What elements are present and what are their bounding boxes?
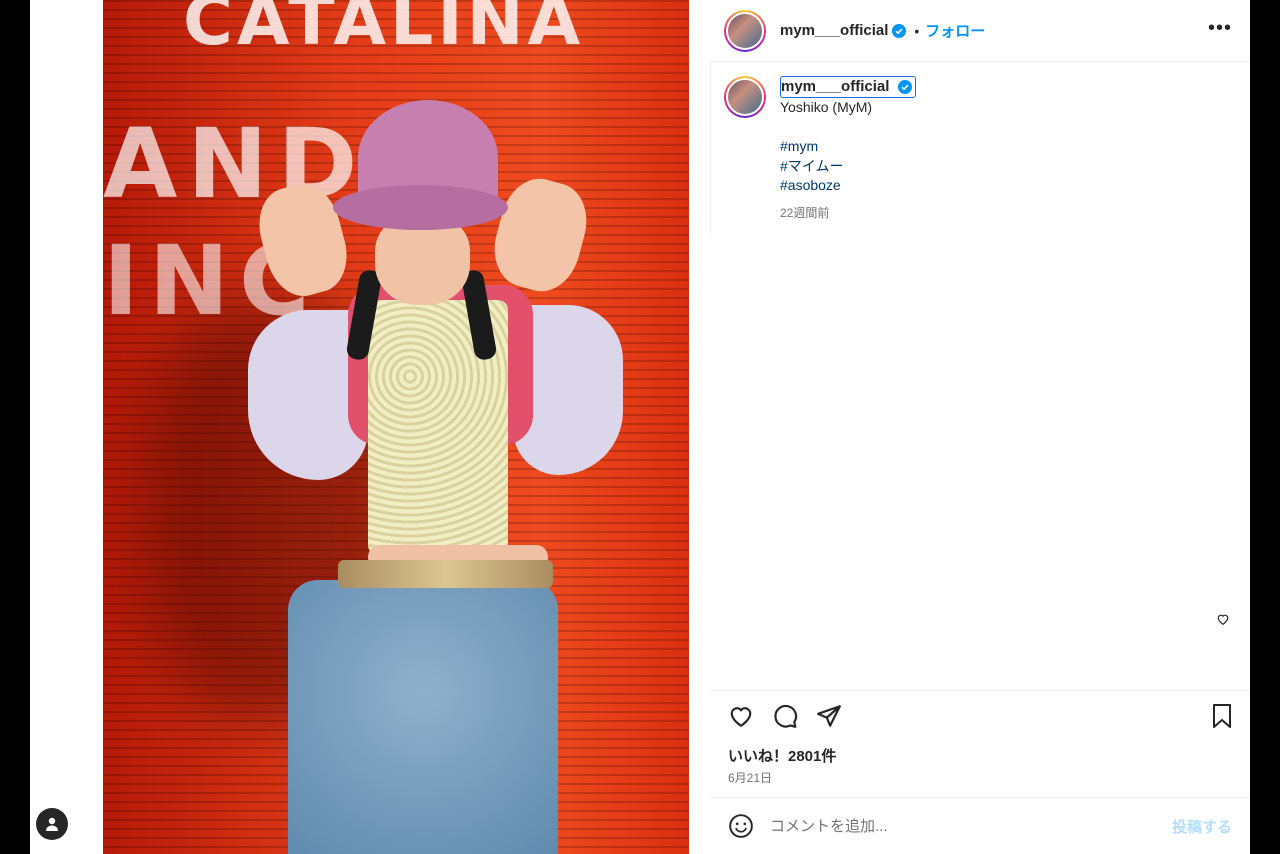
- post-comment-button[interactable]: 投稿する: [1172, 816, 1232, 837]
- verified-badge-icon: [897, 80, 912, 95]
- caption-text: mym___official Yoshiko (MyM) #mym #マイムー …: [780, 76, 916, 223]
- figure-hand-right: [485, 170, 596, 300]
- likes-count[interactable]: いいね！2801件: [728, 745, 836, 766]
- post-image[interactable]: CATALINA AND P INC: [103, 0, 689, 854]
- more-options-icon[interactable]: •••: [1208, 18, 1232, 38]
- action-icon-row: [728, 703, 842, 729]
- paper-plane-icon: [817, 705, 841, 727]
- caption-time-ago[interactable]: 22週間前: [780, 204, 916, 224]
- follow-button[interactable]: フォロー: [925, 20, 985, 41]
- caption-like-heart-icon[interactable]: [1216, 612, 1230, 626]
- caption-username[interactable]: mym___official: [780, 76, 916, 98]
- caption: mym___official Yoshiko (MyM) #mym #マイムー …: [724, 76, 916, 223]
- comment-input[interactable]: [770, 817, 1150, 835]
- hashtag-link-mym[interactable]: #mym: [780, 137, 916, 157]
- share-button[interactable]: [816, 703, 842, 729]
- caption-line: Yoshiko (MyM): [780, 98, 873, 115]
- post-date[interactable]: 6月21日: [728, 769, 772, 786]
- comment-button[interactable]: [772, 703, 798, 729]
- caption-divider: [710, 62, 711, 234]
- post-side-panel: mym___official • フォロー ••• mym___official: [710, 0, 1250, 854]
- verified-badge-icon: [892, 23, 907, 38]
- header-username[interactable]: mym___official: [780, 22, 888, 39]
- user-icon: [46, 817, 58, 831]
- header-separator: •: [914, 22, 920, 39]
- hashtag-link-maimu[interactable]: #マイムー: [780, 157, 916, 177]
- comment-form: 投稿する: [710, 797, 1250, 854]
- heart-icon: [730, 707, 752, 728]
- caption-avatar[interactable]: [724, 76, 766, 118]
- like-button[interactable]: [728, 703, 754, 729]
- post-modal: CATALINA AND P INC mym___official • フォロー…: [30, 0, 1250, 854]
- figure-jeans: [288, 580, 558, 854]
- bookmark-icon: [1213, 704, 1231, 728]
- caption-username-label: mym___official: [781, 78, 890, 95]
- figure-hat-brim: [333, 185, 508, 230]
- emoji-icon[interactable]: [728, 813, 754, 839]
- tagged-users-icon[interactable]: [36, 808, 68, 840]
- profile-avatar[interactable]: [724, 9, 766, 52]
- save-button[interactable]: [1210, 703, 1234, 734]
- hashtag-link-asoboze[interactable]: #asoboze: [780, 176, 916, 196]
- figure-belt: [338, 560, 553, 588]
- graffiti-text-1: CATALINA: [183, 0, 585, 61]
- comment-bubble-icon: [774, 704, 798, 728]
- post-actions: いいね！2801件 6月21日: [710, 690, 1250, 795]
- post-header: mym___official • フォロー •••: [710, 0, 1250, 62]
